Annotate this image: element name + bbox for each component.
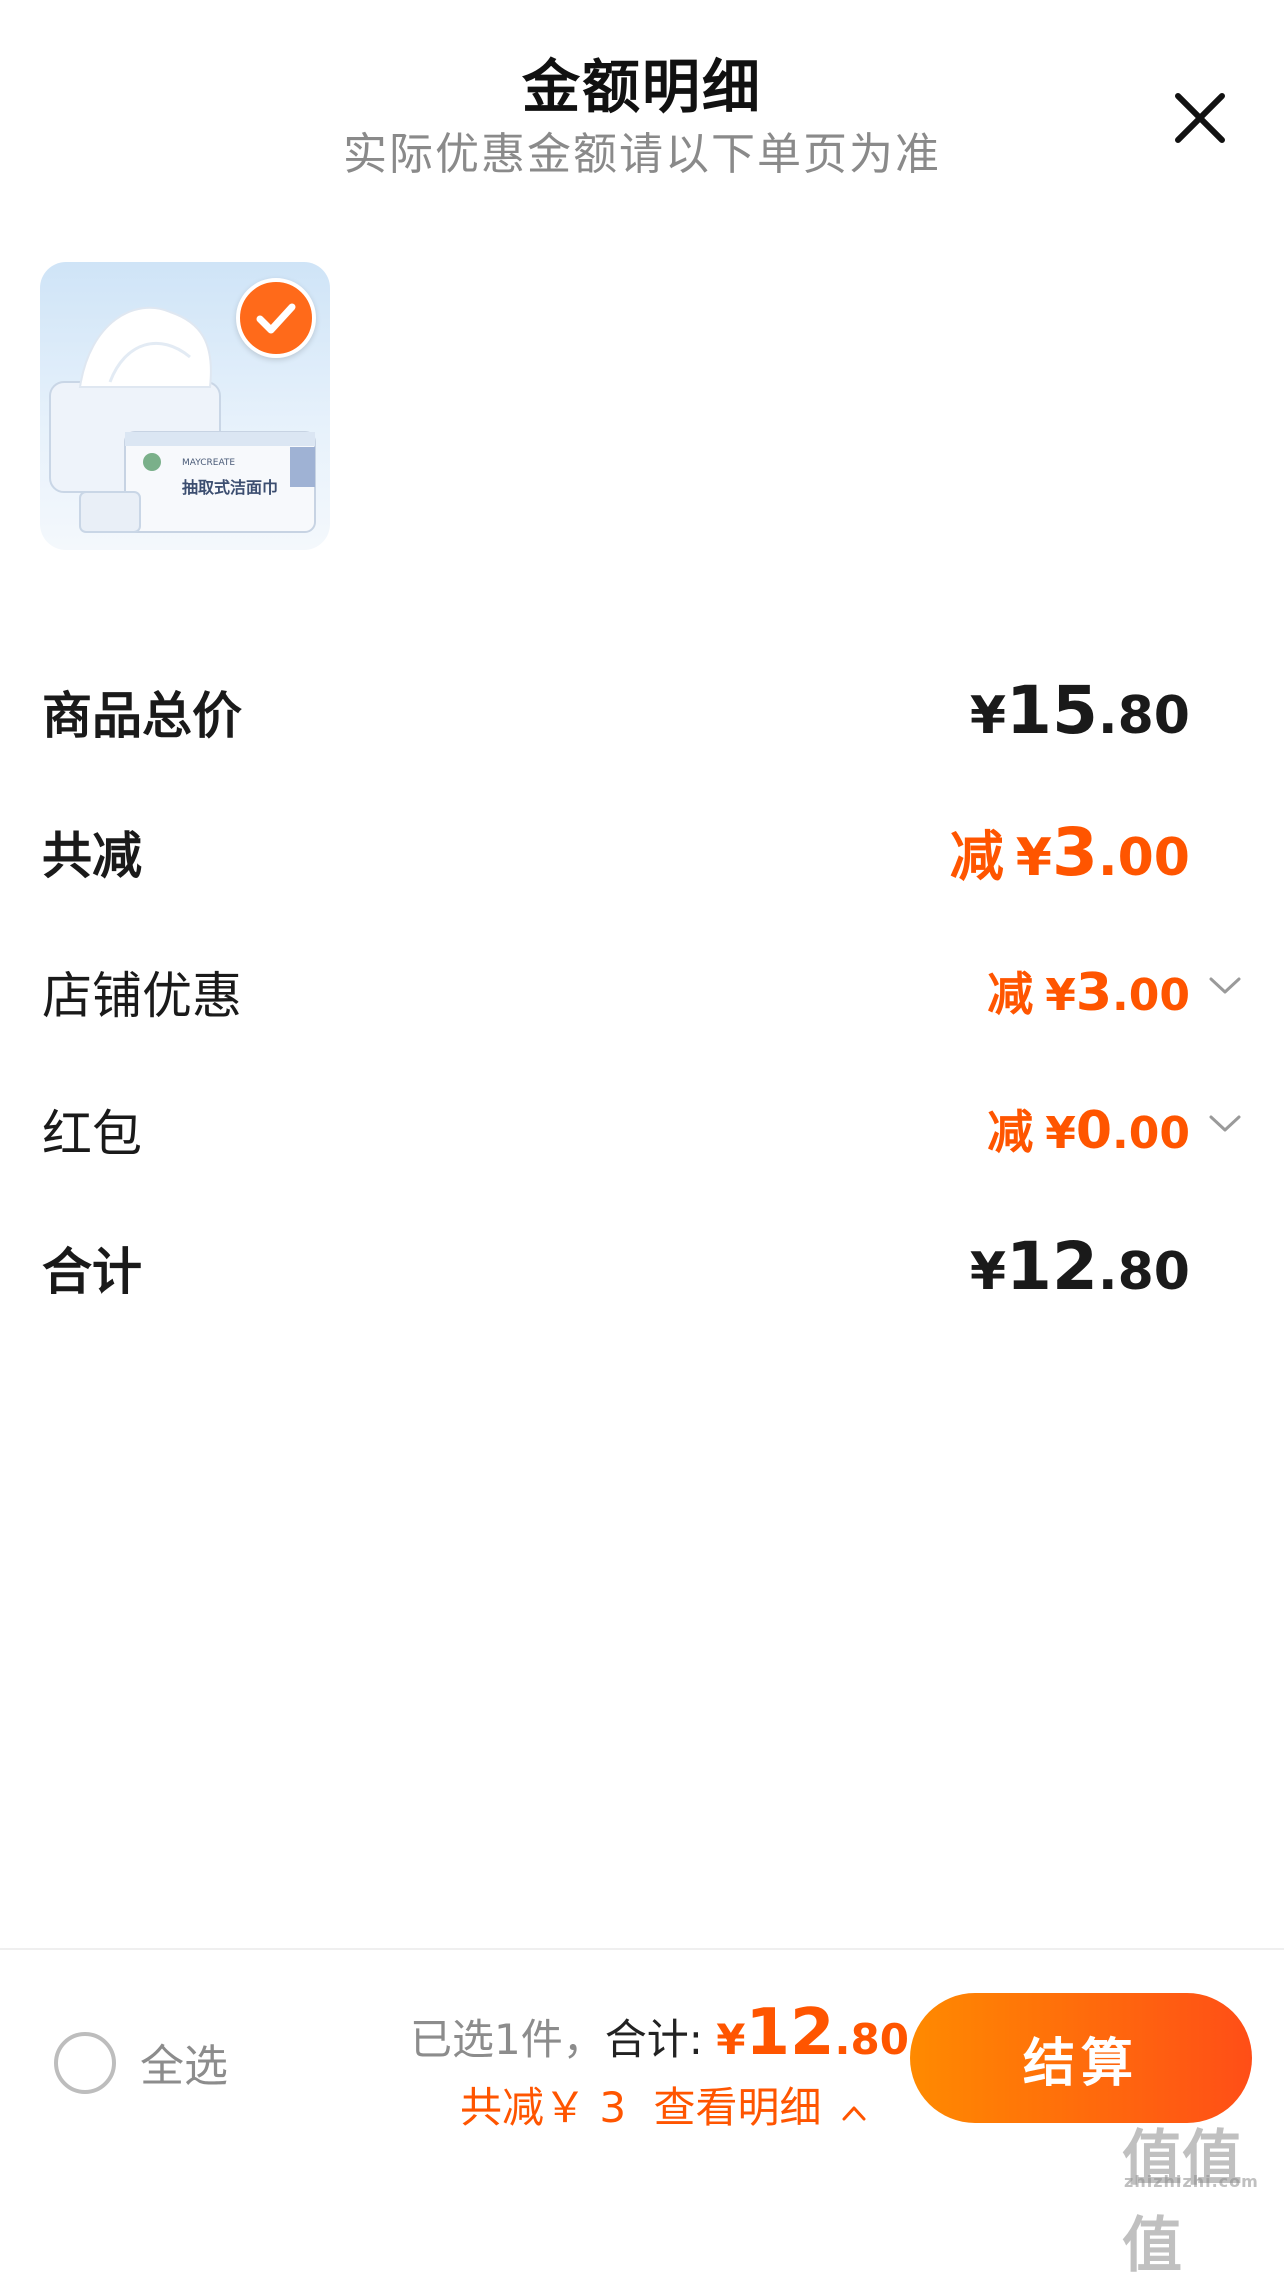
chevron-down-icon[interactable] xyxy=(1208,976,1242,996)
total-reduction-value: 减 ¥3.00 xyxy=(949,814,1190,891)
selected-count-text: 已选1件， xyxy=(410,2015,605,2064)
chevron-down-icon[interactable] xyxy=(1208,1114,1242,1134)
shop-discount-label: 店铺优惠 xyxy=(42,967,242,1025)
total-reduction-label: 共减 xyxy=(42,827,142,885)
footer-reduce-text: 共减￥ 3 xyxy=(460,2083,627,2132)
chevron-up-icon xyxy=(842,2106,866,2121)
total-price-label: 商品总价 xyxy=(42,687,242,745)
product-selected-check[interactable] xyxy=(236,278,316,358)
grand-total-label: 合计 xyxy=(42,1243,142,1301)
watermark: 值值值 zhizhizhi.com xyxy=(1122,2124,1259,2281)
red-packet-value[interactable]: 减 ¥0.00 xyxy=(987,1096,1190,1162)
product-name-text: 抽取式洁面巾 xyxy=(182,478,279,497)
checkmark-icon xyxy=(256,303,296,334)
footer-sum-value: ¥12.80 xyxy=(716,1996,909,2070)
select-all-radio[interactable] xyxy=(54,2032,116,2094)
detail-link-text: 查看明细 xyxy=(653,2083,822,2132)
page-title: 金额明细 xyxy=(521,53,762,121)
close-button[interactable] xyxy=(1170,88,1230,148)
footer-sum-label: 合计: xyxy=(604,2015,703,2064)
select-all-label[interactable]: 全选 xyxy=(140,2030,228,2094)
grand-total-value: ¥12.80 xyxy=(969,1228,1190,1305)
product-brand-text: MAYCREATE xyxy=(182,458,236,468)
view-detail-link[interactable]: 共减￥ 3 查看明细 xyxy=(460,2074,867,2135)
close-icon xyxy=(1175,93,1225,143)
red-packet-label: 红包 xyxy=(42,1105,142,1163)
selection-summary: 已选1件，合计: ¥12.80 xyxy=(410,1996,909,2070)
page-subtitle: 实际优惠金额请以下单页为准 xyxy=(343,129,941,180)
shop-discount-value[interactable]: 减 ¥3.00 xyxy=(987,958,1190,1024)
total-price-value: ¥15.80 xyxy=(969,672,1190,749)
checkout-button[interactable]: 结算 xyxy=(910,1993,1252,2123)
